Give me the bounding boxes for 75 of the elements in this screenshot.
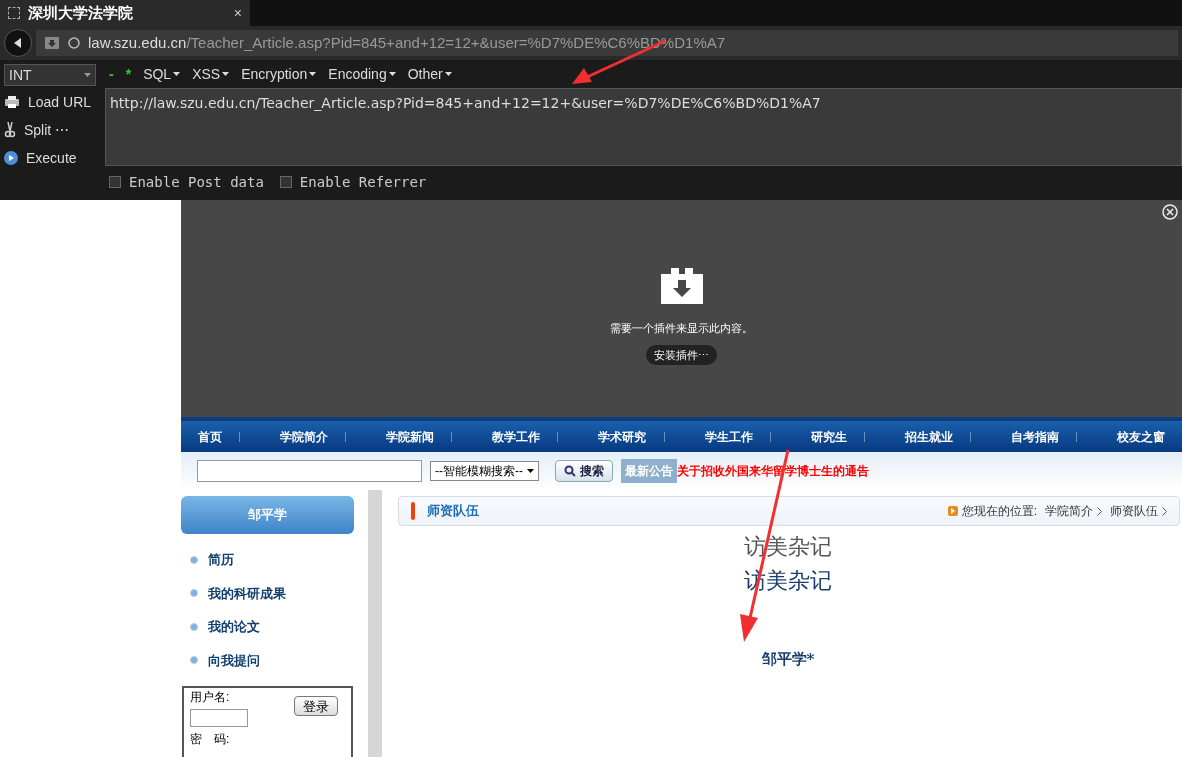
menu-button[interactable]: Encryption: [241, 63, 317, 85]
play-icon: [4, 151, 18, 165]
menu-button[interactable]: Encoding: [328, 63, 396, 85]
caret-icon: [309, 72, 317, 76]
nav-link[interactable]: 招生就业: [904, 427, 953, 446]
back-arrow-icon: [12, 37, 24, 49]
menu-button[interactable]: SQL: [143, 63, 181, 85]
search-scope-select[interactable]: --智能模糊搜索--: [430, 461, 539, 481]
search-button[interactable]: 搜索: [555, 460, 613, 482]
nav-link[interactable]: 自考指南: [1011, 427, 1060, 446]
caret-icon: [173, 72, 181, 76]
arrow-icon: [947, 506, 958, 516]
menu-button[interactable]: Other: [407, 63, 452, 85]
action-button[interactable]: Load URL: [4, 90, 105, 114]
url-text: law.szu.edu.cn/Teacher_Article.asp?Pid=845+and+12=12+&user=%D7%DE%C6%BD%D1%A7: [88, 32, 726, 53]
checkbox-label: Enable Post data: [129, 172, 264, 192]
scissors-icon: [4, 122, 16, 138]
url-field[interactable]: law.szu.edu.cn/Teacher_Article.asp?Pid=845+and+12=12+&user=%D7%DE%C6%BD%D1%A7: [36, 30, 1178, 56]
caret-icon: [222, 72, 230, 76]
caret-icon: [84, 73, 91, 77]
close-icon[interactable]: [1162, 204, 1178, 220]
nav-link[interactable]: 校友之窗: [1117, 427, 1166, 446]
section-title: 师资队伍: [427, 502, 479, 521]
nav-link[interactable]: 教学工作: [492, 427, 541, 446]
breadcrumb-link[interactable]: 师资队伍: [1110, 502, 1158, 520]
sidebar-header: 邹平学: [181, 496, 354, 534]
search-field[interactable]: [197, 460, 422, 482]
download-icon: [44, 36, 60, 50]
nav-link[interactable]: 学术研究: [598, 427, 647, 446]
checkbox[interactable]: [109, 176, 121, 188]
action-button[interactable]: Split ⋯: [4, 118, 105, 142]
nav-link[interactable]: 学生工作: [704, 427, 753, 446]
page-icon: [8, 7, 20, 19]
sidebar-link[interactable]: 我的科研成果: [208, 583, 286, 603]
menu-button[interactable]: XSS: [192, 63, 230, 85]
install-plugin-button[interactable]: 安装插件⋯: [646, 344, 717, 365]
bullet-icon: [190, 555, 198, 564]
bullet-icon: [190, 656, 198, 665]
search-icon: [564, 465, 576, 477]
quick-button[interactable]: *: [125, 63, 132, 85]
nav-link[interactable]: 首页: [197, 427, 222, 446]
checkbox[interactable]: [279, 176, 292, 188]
back-button[interactable]: [4, 29, 32, 57]
caret-icon: [527, 469, 534, 473]
username-field[interactable]: [190, 709, 248, 727]
location-label: 您现在的位置:: [961, 503, 1037, 520]
article-author: 邹平学*: [761, 649, 815, 670]
checkbox-label: Enable Referrer: [299, 172, 427, 192]
quick-button[interactable]: -: [109, 63, 114, 85]
chevron-icon: [1162, 506, 1167, 516]
plugin-message: 需要一个插件来显示此内容。: [610, 321, 753, 337]
nav-link[interactable]: 研究生: [810, 427, 847, 446]
tab-title: 深圳大学法学院: [28, 2, 134, 24]
password-label: 密 码:: [190, 732, 231, 746]
browser-tab[interactable]: 深圳大学法学院 ×: [0, 0, 250, 26]
breadcrumb-link[interactable]: 学院简介: [1045, 502, 1093, 520]
caret-icon: [444, 72, 452, 76]
download-icon: [660, 268, 703, 305]
sidebar-link[interactable]: 简历: [208, 550, 234, 570]
sidebar-link[interactable]: 向我提问: [208, 650, 260, 670]
bullet-icon: [190, 622, 198, 631]
url-textarea[interactable]: http://law.szu.edu.cn/Teacher_Article.asp?Pid=845+and+12=12+&user=%D7%DE%C6%BD%D1%A7: [105, 88, 1182, 166]
type-select[interactable]: INT: [4, 64, 96, 86]
login-button[interactable]: 登录: [294, 696, 338, 716]
sidebar-link[interactable]: 我的论文: [208, 617, 260, 637]
chevron-icon: [1097, 506, 1102, 516]
notice-label: 最新公告: [621, 459, 677, 483]
bullet-icon: [190, 589, 198, 598]
nav-link[interactable]: 学院简介: [279, 427, 328, 446]
globe-icon: [68, 37, 80, 49]
close-icon[interactable]: ×: [233, 2, 242, 24]
action-button[interactable]: Execute: [4, 146, 105, 170]
printer-icon: [4, 95, 20, 109]
nav-link[interactable]: 学院新闻: [385, 427, 434, 446]
caret-icon: [388, 72, 396, 76]
